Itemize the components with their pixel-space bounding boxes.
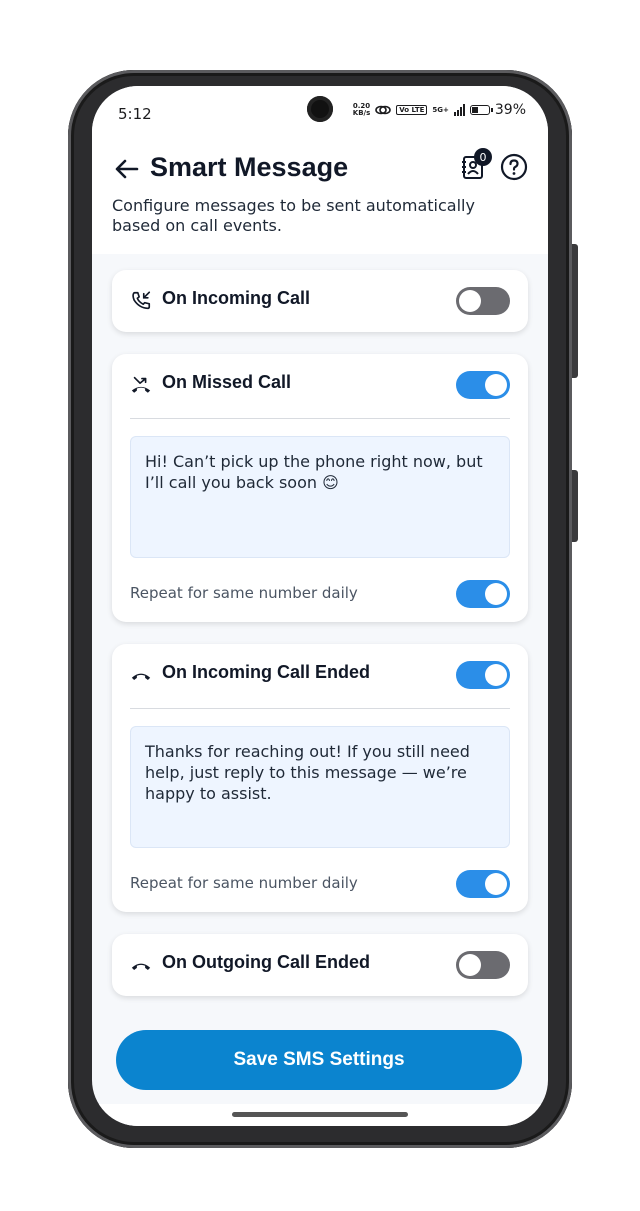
card-title: On Outgoing Call Ended	[162, 952, 370, 972]
card-header: On Incoming Call Ended	[112, 644, 528, 706]
power-button	[572, 244, 578, 378]
missed-call-icon	[131, 376, 151, 393]
card-title: On Missed Call	[162, 372, 292, 392]
stage: 5:12 0.20 KB/s Vo LTE 5G+ 39% Smart Mess…	[0, 0, 640, 1211]
call-end-icon	[131, 673, 151, 681]
incoming-call-icon	[132, 291, 151, 310]
card-incoming-call: On Incoming Call	[112, 270, 528, 332]
page-subtitle: Configure messages to be sent automatica…	[112, 196, 475, 235]
incoming-call-ended-repeat-toggle[interactable]	[456, 870, 510, 898]
screen: 5:12 0.20 KB/s Vo LTE 5G+ 39% Smart Mess…	[92, 86, 548, 1126]
call-end-icon	[131, 963, 151, 971]
network-type: 5G+	[432, 105, 449, 114]
back-arrow-icon[interactable]	[112, 154, 142, 184]
card-outgoing-call-ended: On Outgoing Call Ended	[112, 934, 528, 996]
status-bar: 5:12 0.20 KB/s Vo LTE 5G+ 39%	[92, 86, 548, 142]
card-header: On Outgoing Call Ended	[112, 934, 528, 996]
repeat-label: Repeat for same number daily	[130, 874, 358, 892]
battery-icon	[469, 105, 493, 115]
card-divider	[130, 418, 510, 419]
contacts-badge: 0	[474, 148, 492, 166]
help-icon[interactable]	[500, 153, 528, 181]
net-speed: 0.20 KB/s	[352, 102, 371, 117]
toggle-knob	[485, 583, 507, 605]
toggle-knob	[459, 290, 481, 312]
card-title: On Incoming Call	[162, 288, 311, 308]
card-header: On Missed Call	[112, 354, 528, 416]
toggle-knob	[485, 873, 507, 895]
card-title: On Incoming Call Ended	[162, 662, 371, 682]
card-missed-call: On Missed Call Hi! Can’t pick up the pho…	[112, 354, 528, 622]
incoming-call-ended-message-input[interactable]: Thanks for reaching out! If you still ne…	[130, 726, 510, 848]
repeat-label: Repeat for same number daily	[130, 584, 358, 602]
incoming-call-ended-toggle[interactable]	[456, 661, 510, 689]
missed-call-repeat-toggle[interactable]	[456, 580, 510, 608]
volte-icon: Vo LTE	[396, 105, 428, 115]
signal-icon	[453, 104, 465, 116]
link-icon	[375, 105, 392, 115]
incoming-call-toggle[interactable]	[456, 287, 510, 315]
app-header: Smart Message 0 Configure messages to be…	[92, 142, 548, 254]
volume-button	[572, 470, 578, 542]
toggle-knob	[485, 664, 507, 686]
toggle-knob	[485, 374, 507, 396]
card-header: On Incoming Call	[112, 270, 528, 332]
front-camera	[307, 96, 333, 122]
outgoing-call-ended-toggle[interactable]	[456, 951, 510, 979]
missed-call-toggle[interactable]	[456, 371, 510, 399]
status-icons: 0.20 KB/s Vo LTE 5G+ 39%	[353, 102, 526, 118]
page-title: Smart Message	[150, 152, 349, 182]
battery-percent: 39%	[494, 102, 526, 118]
missed-call-message-input[interactable]: Hi! Can’t pick up the phone right now, b…	[130, 436, 510, 558]
home-indicator[interactable]	[232, 1112, 408, 1117]
save-sms-settings-button[interactable]: Save SMS Settings	[116, 1030, 522, 1090]
status-time: 5:12	[118, 105, 152, 123]
card-incoming-call-ended: On Incoming Call Ended Thanks for reachi…	[112, 644, 528, 912]
card-divider	[130, 708, 510, 709]
toggle-knob	[459, 954, 481, 976]
